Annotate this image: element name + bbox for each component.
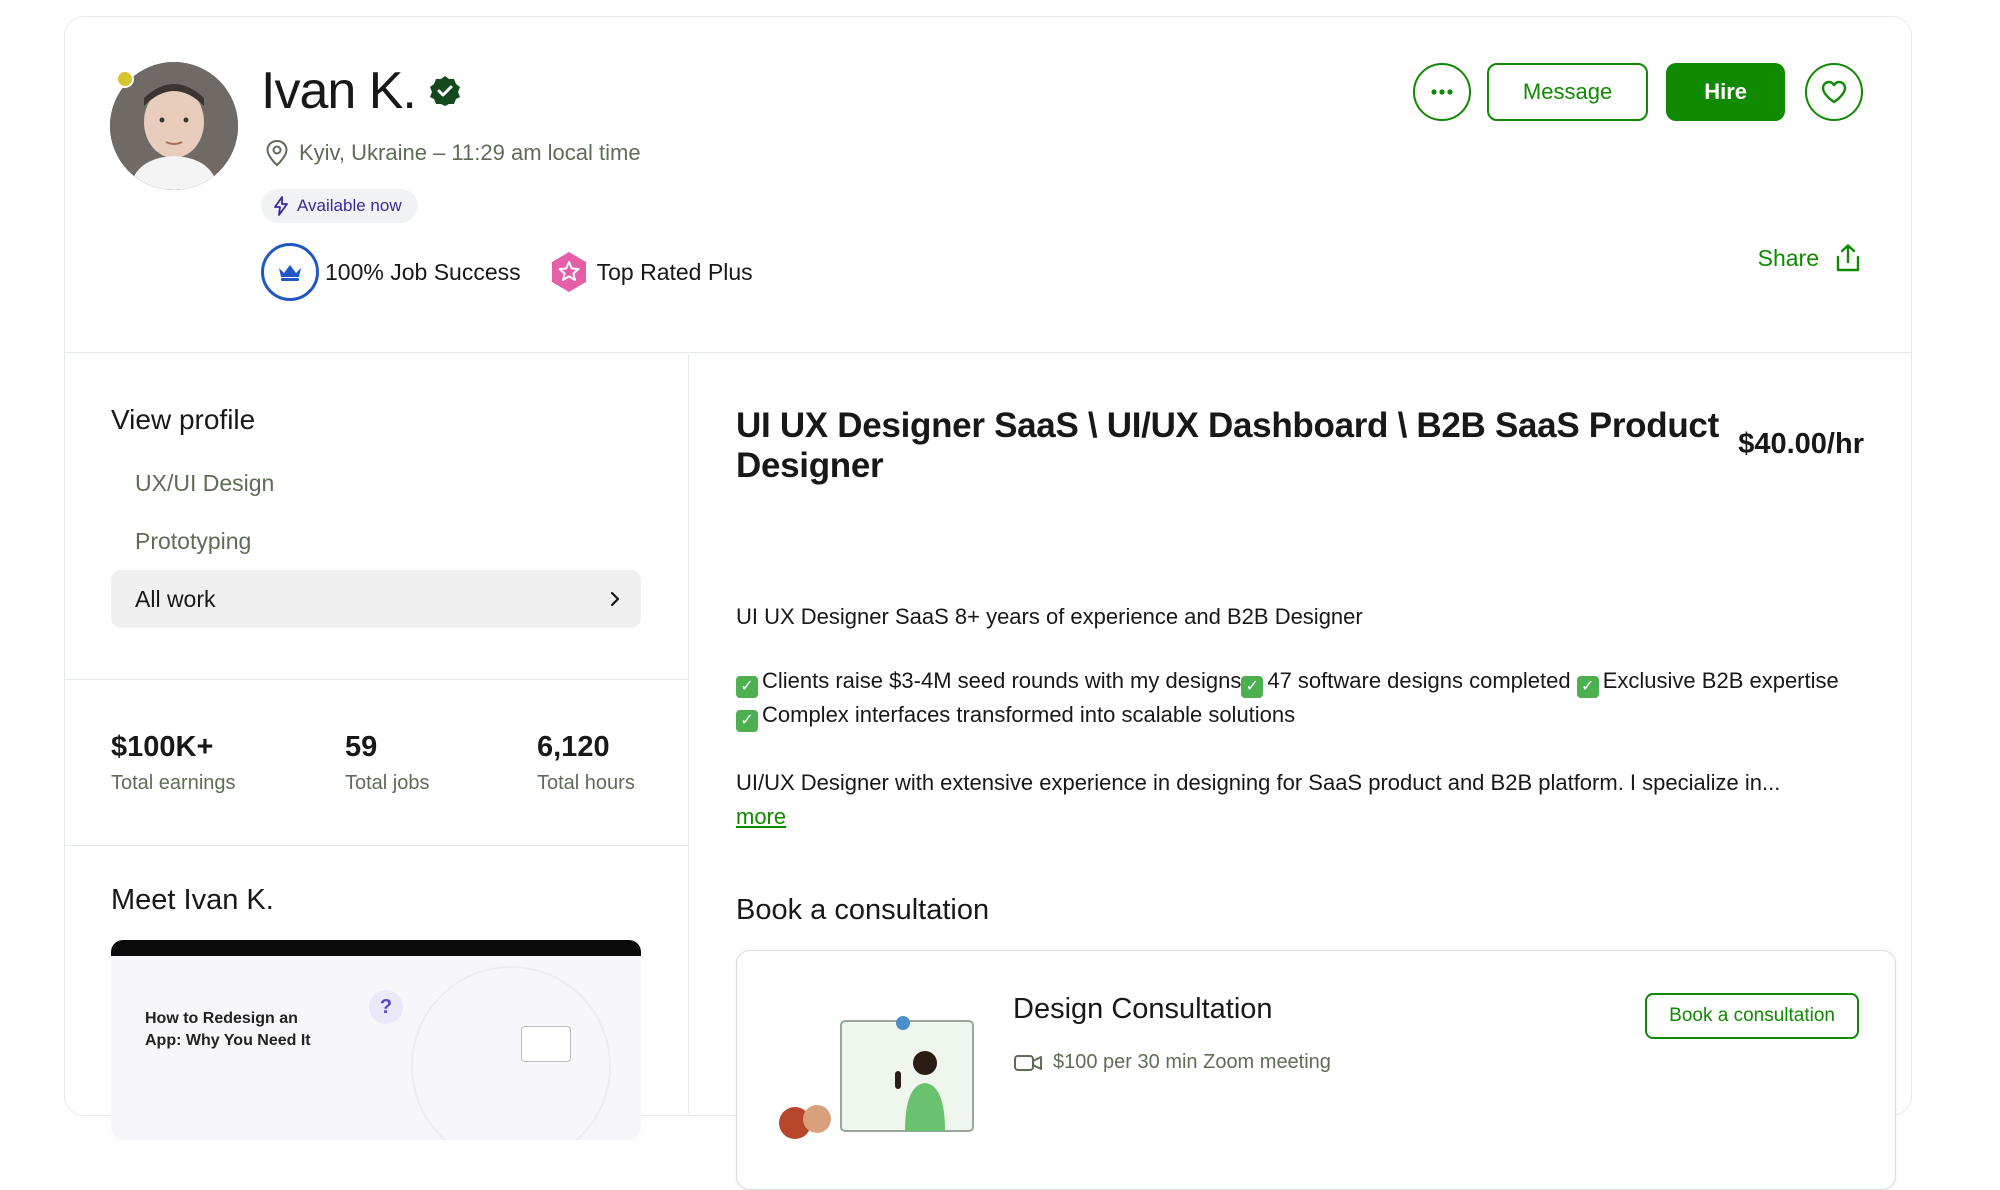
video-decoration-card xyxy=(521,1026,571,1062)
highlight-text: Clients raise $3-4M seed rounds with my … xyxy=(762,668,1242,693)
location-row: Kyiv, Ukraine – 11:29 am local time xyxy=(265,139,641,167)
video-camera-icon xyxy=(1014,1054,1042,1071)
summary-text: UI/UX Designer with extensive experience… xyxy=(736,770,1781,795)
stat-label: Total earnings xyxy=(111,772,236,794)
question-badge-icon: ? xyxy=(369,990,403,1024)
profile-item-uxui-design[interactable]: UX/UI Design xyxy=(111,454,641,512)
job-success-text: 100% Job Success xyxy=(325,258,521,285)
lightning-icon xyxy=(274,196,288,216)
message-button[interactable]: Message xyxy=(1486,63,1649,121)
share-icon xyxy=(1836,244,1860,272)
overview-highlights: ✓ Clients raise $3-4M seed rounds with my… xyxy=(736,664,1866,732)
check-box-icon: ✓ xyxy=(736,710,758,732)
overview-summary: UI/UX Designer with extensive experience… xyxy=(736,766,1866,834)
top-rated-text: Top Rated Plus xyxy=(596,258,753,285)
profile-item-all-work[interactable]: All work xyxy=(111,570,641,628)
view-profile-section: View profile UX/UI Design Prototyping Al… xyxy=(65,354,688,680)
hire-button[interactable]: Hire xyxy=(1666,63,1785,121)
profile-item-label: Prototyping xyxy=(135,527,252,554)
chevron-right-icon xyxy=(610,591,620,607)
video-title-line: App: Why You Need It xyxy=(145,1032,311,1049)
video-title: How to Redesign an App: Why You Need It xyxy=(145,1008,311,1052)
video-title-line: How to Redesign an xyxy=(145,1010,298,1027)
heart-icon xyxy=(1821,80,1847,104)
intro-video-thumbnail[interactable]: How to Redesign an App: Why You Need It … xyxy=(111,940,641,1140)
profile-item-label: All work xyxy=(135,585,216,612)
star-badge-icon[interactable] xyxy=(547,250,591,294)
job-success-badge[interactable] xyxy=(261,243,319,301)
header-actions: Message Hire xyxy=(1412,63,1863,121)
crown-icon xyxy=(279,265,301,281)
online-status-dot xyxy=(116,70,134,88)
consultation-name: Design Consultation xyxy=(1013,993,1273,1025)
consultation-meta-text: $100 per 30 min Zoom meeting xyxy=(1053,1051,1331,1073)
available-now-badge: Available now xyxy=(261,189,418,223)
stat-total-hours: 6,120 Total hours xyxy=(537,731,635,795)
share-label: Share xyxy=(1757,244,1819,271)
location-text: Kyiv, Ukraine – 11:29 am local time xyxy=(299,140,641,165)
stat-total-jobs: 59 Total jobs xyxy=(345,731,430,795)
right-column: UI UX Designer SaaS \ UI/UX Dashboard \ … xyxy=(690,354,1912,1190)
book-consultation-button[interactable]: Book a consultation xyxy=(1645,993,1859,1039)
profile-headline: UI UX Designer SaaS \ UI/UX Dashboard \ … xyxy=(736,406,1719,485)
profile-item-label: UX/UI Design xyxy=(135,469,275,496)
stat-value: $100K+ xyxy=(111,731,214,763)
consultation-card: Design Consultation $100 per 30 min Zoom… xyxy=(736,950,1896,1190)
more-dots-icon xyxy=(1431,89,1453,95)
profile-name: Ivan K. xyxy=(261,62,417,120)
more-options-button[interactable] xyxy=(1412,63,1471,121)
profile-card: Ivan K. Kyiv, Ukraine – 11:29 am local t… xyxy=(64,16,1912,1190)
stat-label: Total jobs xyxy=(345,772,430,794)
left-column: View profile UX/UI Design Prototyping Al… xyxy=(65,354,689,1140)
stat-total-earnings: $100K+ Total earnings xyxy=(111,731,236,795)
stat-label: Total hours xyxy=(537,772,635,794)
book-consultation-title: Book a consultation xyxy=(736,894,990,926)
avatar-wrapper[interactable] xyxy=(110,62,238,190)
more-link[interactable]: more xyxy=(736,804,786,829)
check-box-icon: ✓ xyxy=(1241,676,1264,698)
check-box-icon: ✓ xyxy=(736,676,758,698)
badges-row: 100% Job Success Top Rated Plus xyxy=(261,243,753,301)
meet-title: Meet Ivan K. xyxy=(111,884,274,916)
highlight-text: 47 software designs completed xyxy=(1267,668,1571,693)
earnings-section: $100K+ Total earnings 59 Total jobs 6,12… xyxy=(65,681,688,846)
location-pin-icon xyxy=(266,139,288,167)
overview-intro: UI UX Designer SaaS 8+ years of experien… xyxy=(736,604,1363,629)
highlight-text: Complex interfaces transformed into scal… xyxy=(762,702,1296,727)
consultation-illustration xyxy=(779,1016,974,1139)
highlight-text: Exclusive B2B expertise xyxy=(1602,668,1839,693)
verified-badge-icon xyxy=(430,76,460,106)
share-button[interactable]: Share xyxy=(1758,243,1863,273)
stat-value: 6,120 xyxy=(537,731,610,763)
check-box-icon: ✓ xyxy=(1576,676,1599,698)
stat-value: 59 xyxy=(345,731,378,763)
hourly-rate: $40.00/hr xyxy=(1738,428,1864,460)
availability-text: Available now xyxy=(297,196,402,215)
save-favorite-button[interactable] xyxy=(1805,63,1863,121)
consultation-meta: $100 per 30 min Zoom meeting xyxy=(1013,1051,1331,1074)
view-profile-title: View profile xyxy=(111,404,256,435)
profile-header: Ivan K. Kyiv, Ukraine – 11:29 am local t… xyxy=(65,17,1911,353)
profile-item-prototyping[interactable]: Prototyping xyxy=(111,512,641,570)
video-decoration xyxy=(411,966,611,1140)
